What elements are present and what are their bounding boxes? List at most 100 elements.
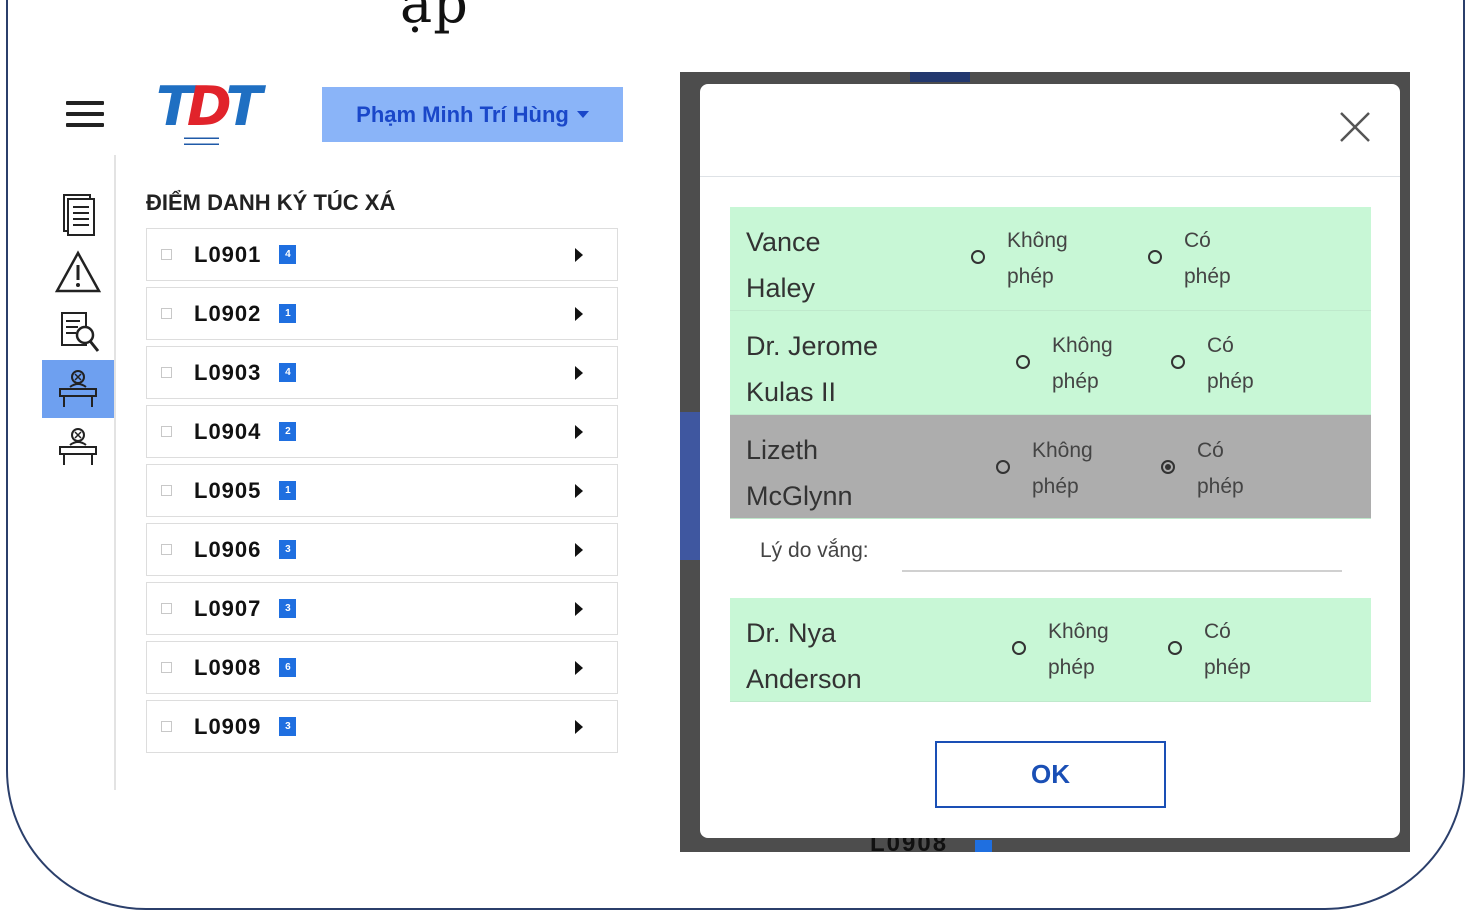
student-last-name: Kulas II xyxy=(746,377,837,407)
option-khong-phep[interactable]: Không phép xyxy=(996,433,1093,505)
room-item[interactable]: L0908 6 xyxy=(146,641,618,694)
room-name: L0908 xyxy=(194,654,262,680)
room-name: L0904 xyxy=(194,418,262,444)
radio-co-phep[interactable] xyxy=(1168,641,1182,655)
radio-khong-phep[interactable] xyxy=(996,460,1010,474)
sidebar-divider xyxy=(114,155,116,790)
option-label: Không phép xyxy=(1007,229,1068,288)
room-checkbox[interactable] xyxy=(161,308,172,319)
student-name: Lizeth McGlynn xyxy=(746,427,946,519)
room-item[interactable]: L0901 4 xyxy=(146,228,618,281)
student-row: Dr. Nya Anderson Không phép Có phép xyxy=(730,598,1371,702)
option-label: Có phép xyxy=(1207,334,1254,393)
option-co-phep[interactable]: Có phép xyxy=(1161,433,1244,505)
room-count-badge: 1 xyxy=(279,481,297,500)
room-checkbox[interactable] xyxy=(161,367,172,378)
ok-button[interactable]: OK xyxy=(935,741,1166,808)
room-count-badge: 3 xyxy=(279,717,297,736)
reason-input[interactable] xyxy=(902,570,1342,572)
radio-khong-phep[interactable] xyxy=(1016,355,1030,369)
student-name: Vance Haley xyxy=(746,219,946,311)
student-list-continued: Dr. Nya Anderson Không phép Có phép xyxy=(730,598,1371,702)
room-count-badge: 2 xyxy=(279,422,297,441)
caret-down-icon xyxy=(576,111,589,118)
room-checkbox[interactable] xyxy=(161,662,172,673)
logo-mark: TDT xyxy=(156,75,262,138)
caret-right-icon[interactable] xyxy=(575,307,583,321)
radio-co-phep[interactable] xyxy=(1171,355,1185,369)
radio-co-phep[interactable] xyxy=(1148,250,1162,264)
student-first-name: Dr. Nya xyxy=(746,618,837,648)
room-checkbox[interactable] xyxy=(161,544,172,555)
room-count-badge: 3 xyxy=(279,599,297,618)
radio-khong-phep[interactable] xyxy=(971,250,985,264)
student-row-selected: Lizeth McGlynn Không phép Có phép xyxy=(730,415,1371,519)
room-item[interactable]: L0903 4 xyxy=(146,346,618,399)
option-label: Không phép xyxy=(1032,439,1093,498)
caret-right-icon[interactable] xyxy=(575,425,583,439)
dormitory-icon[interactable] xyxy=(42,418,114,476)
close-icon[interactable] xyxy=(1338,110,1372,144)
room-item[interactable]: L0909 3 xyxy=(146,700,618,753)
option-khong-phep[interactable]: Không phép xyxy=(971,223,1068,295)
menu-icon[interactable] xyxy=(66,101,104,131)
slide-title-fragment: ập xyxy=(400,0,469,35)
student-name: Dr. Jerome Kulas II xyxy=(746,323,946,415)
caret-right-icon[interactable] xyxy=(575,602,583,616)
radio-khong-phep[interactable] xyxy=(1012,641,1026,655)
caret-right-icon[interactable] xyxy=(575,248,583,262)
room-count-badge: 4 xyxy=(279,363,297,382)
student-name: Dr. Nya Anderson xyxy=(746,610,946,702)
option-label: Có phép xyxy=(1197,439,1244,498)
room-name: L0903 xyxy=(194,359,262,385)
dormitory-attendance-icon[interactable] xyxy=(42,360,114,418)
room-count-badge: 3 xyxy=(279,540,297,559)
room-item[interactable]: L0907 3 xyxy=(146,582,618,635)
option-khong-phep[interactable]: Không phép xyxy=(1012,614,1109,686)
option-label: Có phép xyxy=(1184,229,1231,288)
room-count-badge: 6 xyxy=(279,658,297,677)
room-name: L0901 xyxy=(194,241,262,267)
student-last-name: Haley xyxy=(746,273,816,303)
option-khong-phep[interactable]: Không phép xyxy=(1016,328,1113,400)
option-co-phep[interactable]: Có phép xyxy=(1148,223,1231,295)
modal-header xyxy=(700,84,1400,177)
caret-right-icon[interactable] xyxy=(575,366,583,380)
student-list: Vance Haley Không phép Có phép Dr. Jerome Ku… xyxy=(730,207,1371,519)
backdrop-room-badge xyxy=(975,840,992,852)
backdrop-strip xyxy=(680,412,702,560)
warning-icon[interactable] xyxy=(42,244,114,302)
student-last-name: Anderson xyxy=(746,664,862,694)
room-list: L0901 4 L0902 1 L0903 4 L0904 2 L0905 1 L0906… xyxy=(146,228,618,759)
radio-co-phep-checked[interactable] xyxy=(1161,460,1175,474)
report-document-icon[interactable] xyxy=(42,186,114,244)
option-co-phep[interactable]: Có phép xyxy=(1171,328,1254,400)
room-count-badge: 1 xyxy=(279,304,297,323)
search-document-icon[interactable] xyxy=(42,302,114,360)
student-row: Vance Haley Không phép Có phép xyxy=(730,207,1371,311)
user-name: Phạm Minh Trí Hùng xyxy=(356,101,569,127)
room-name: L0902 xyxy=(194,300,262,326)
room-checkbox[interactable] xyxy=(161,426,172,437)
room-count-badge: 4 xyxy=(279,245,297,264)
user-dropdown-button[interactable]: Phạm Minh Trí Hùng xyxy=(322,87,623,142)
caret-right-icon[interactable] xyxy=(575,661,583,675)
room-item[interactable]: L0904 2 xyxy=(146,405,618,458)
section-title: ĐIỂM DANH KÝ TÚC XÁ xyxy=(146,190,396,215)
logo-subtext: ▬▬▬▬▬▬▬ ▬▬▬▬▬▬▬ xyxy=(184,135,219,147)
student-first-name: Vance xyxy=(746,227,821,257)
option-co-phep[interactable]: Có phép xyxy=(1168,614,1251,686)
caret-right-icon[interactable] xyxy=(575,543,583,557)
caret-right-icon[interactable] xyxy=(575,484,583,498)
room-checkbox[interactable] xyxy=(161,603,172,614)
room-name: L0906 xyxy=(194,536,262,562)
room-checkbox[interactable] xyxy=(161,249,172,260)
option-label: Có phép xyxy=(1204,620,1251,679)
room-checkbox[interactable] xyxy=(161,721,172,732)
student-first-name: Lizeth xyxy=(746,435,819,465)
room-item[interactable]: L0905 1 xyxy=(146,464,618,517)
room-checkbox[interactable] xyxy=(161,485,172,496)
room-item[interactable]: L0902 1 xyxy=(146,287,618,340)
caret-right-icon[interactable] xyxy=(575,720,583,734)
room-item[interactable]: L0906 3 xyxy=(146,523,618,576)
